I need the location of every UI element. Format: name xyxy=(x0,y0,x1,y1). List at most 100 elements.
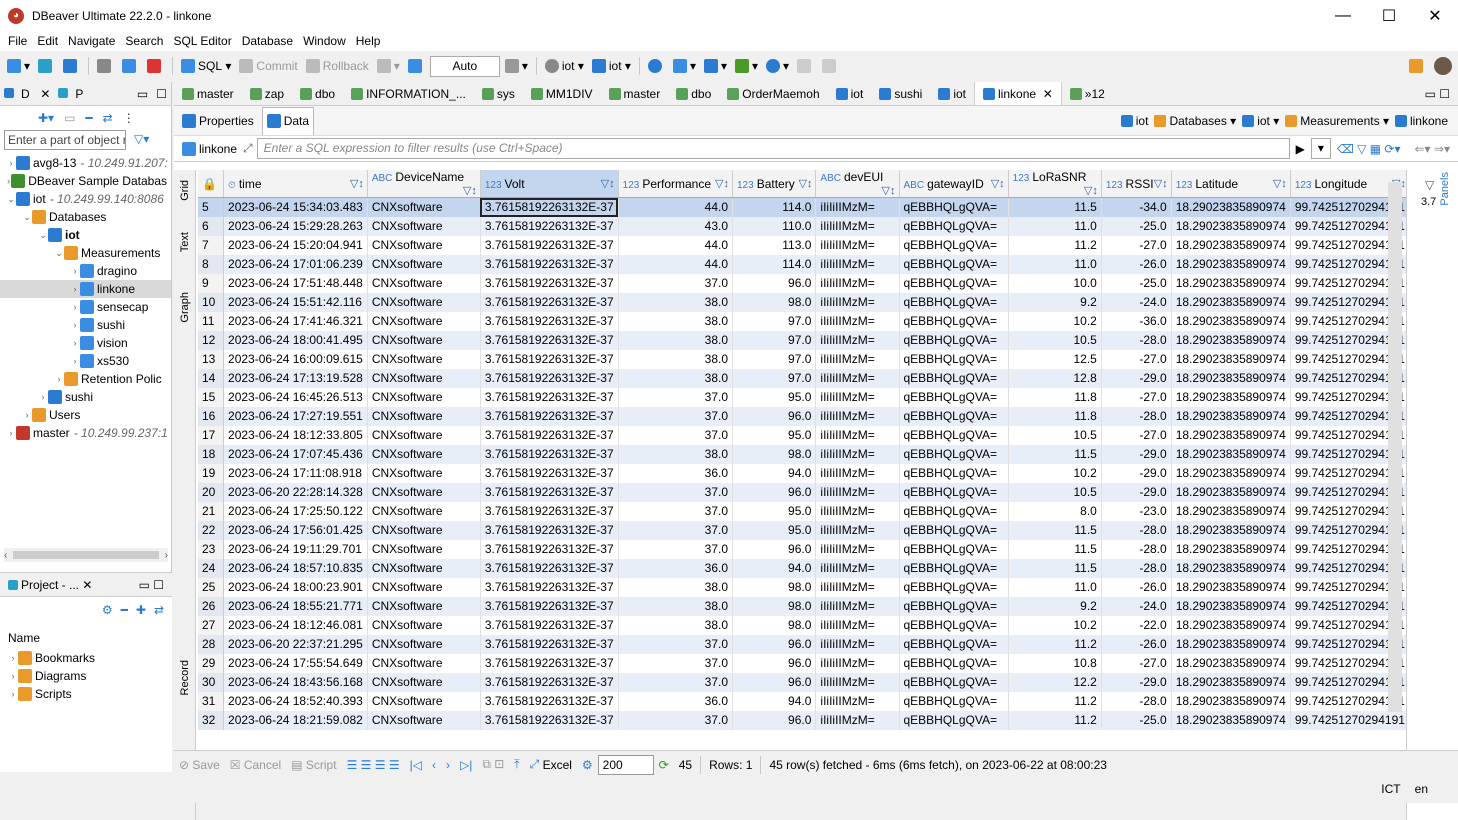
tree-node[interactable]: ›Retention Polic xyxy=(0,370,171,388)
table-row[interactable]: 272023-06-24 18:12:46.081CNXsoftware3.76… xyxy=(198,616,1410,635)
graph-mode-label[interactable]: Graph xyxy=(179,292,191,323)
table-cell[interactable]: qEBBHQLgQVA= xyxy=(899,578,1008,597)
chevron-right-icon[interactable]: › xyxy=(6,428,16,438)
table-cell[interactable]: 3.76158192263132E-37 xyxy=(480,711,618,730)
menu-search[interactable]: Search xyxy=(120,34,168,48)
table-cell[interactable]: 36.0 xyxy=(618,559,732,578)
editor-tab[interactable]: linkone ✕ xyxy=(974,82,1062,106)
table-cell[interactable]: 2023-06-24 18:52:40.393 xyxy=(224,692,368,711)
table-cell[interactable]: 10.8 xyxy=(1008,654,1101,673)
table-cell[interactable]: CNXsoftware xyxy=(367,274,480,293)
chevron-right-icon[interactable]: › xyxy=(54,374,64,384)
project-item-diagrams[interactable]: ›Diagrams xyxy=(0,667,172,685)
table-cell[interactable]: qEBBHQLgQVA= xyxy=(899,692,1008,711)
table-cell[interactable]: 11.0 xyxy=(1008,578,1101,597)
table-cell[interactable]: 94.0 xyxy=(733,559,816,578)
table-cell[interactable]: iIiIiIIMzM= xyxy=(816,692,899,711)
table-cell[interactable]: 43.0 xyxy=(618,217,732,236)
table-cell[interactable]: 3.76158192263132E-37 xyxy=(480,331,618,350)
table-cell[interactable]: 37.0 xyxy=(618,540,732,559)
table-cell[interactable]: 2023-06-24 18:43:56.168 xyxy=(224,673,368,692)
column-header[interactable]: 123LoRaSNR▽↕ xyxy=(1008,170,1101,198)
table-cell[interactable]: 10.0 xyxy=(1008,274,1101,293)
table-cell[interactable]: 18.29023835890974 xyxy=(1171,521,1290,540)
table-cell[interactable]: qEBBHQLgQVA= xyxy=(899,559,1008,578)
back-nav-button[interactable] xyxy=(794,55,817,77)
table-cell[interactable]: 95.0 xyxy=(733,502,816,521)
table-cell[interactable]: 18.29023835890974 xyxy=(1171,274,1290,293)
table-cell[interactable]: CNXsoftware xyxy=(367,407,480,426)
table-cell[interactable]: 97.0 xyxy=(733,350,816,369)
table-row[interactable]: 312023-06-24 18:52:40.393CNXsoftware3.76… xyxy=(198,692,1410,711)
table-cell[interactable]: -29.0 xyxy=(1101,369,1171,388)
table-cell[interactable]: -28.0 xyxy=(1101,407,1171,426)
chevron-down-icon[interactable]: ⌄ xyxy=(38,230,48,241)
table-cell[interactable]: 11.5 xyxy=(1008,198,1101,218)
table-row[interactable]: 212023-06-24 17:25:50.122CNXsoftware3.76… xyxy=(198,502,1410,521)
table-cell[interactable]: 37.0 xyxy=(618,388,732,407)
table-cell[interactable]: iIiIiIIMzM= xyxy=(816,445,899,464)
erd-button[interactable]: ▾ xyxy=(701,55,730,77)
table-cell[interactable]: qEBBHQLgQVA= xyxy=(899,350,1008,369)
menu-window[interactable]: Window xyxy=(298,34,351,48)
chevron-down-icon[interactable]: ⌄ xyxy=(6,194,16,205)
table-cell[interactable]: 18.29023835890974 xyxy=(1171,445,1290,464)
table-cell[interactable]: 3.76158192263132E-37 xyxy=(480,426,618,445)
navigator-hscrollbar[interactable]: ‹› xyxy=(4,548,168,562)
table-cell[interactable]: qEBBHQLgQVA= xyxy=(899,521,1008,540)
table-cell[interactable]: iIiIiIIMzM= xyxy=(816,198,899,218)
table-cell[interactable]: -26.0 xyxy=(1101,635,1171,654)
forward-nav-button[interactable] xyxy=(819,55,842,77)
minimize-panel-icon[interactable]: ▭ xyxy=(133,87,152,101)
navigator-filter-input[interactable]: Enter a part of object n xyxy=(4,130,126,150)
table-cell[interactable]: 38.0 xyxy=(618,312,732,331)
table-cell[interactable]: 11.2 xyxy=(1008,692,1101,711)
table-cell[interactable]: 18.29023835890974 xyxy=(1171,483,1290,502)
table-cell[interactable]: 11.0 xyxy=(1008,217,1101,236)
table-cell[interactable]: 12.5 xyxy=(1008,350,1101,369)
add-icon[interactable]: ✚ xyxy=(136,603,146,617)
table-cell[interactable]: 11.5 xyxy=(1008,521,1101,540)
table-cell[interactable]: 99.74251270294191 xyxy=(1290,711,1409,730)
table-cell[interactable]: 18.29023835890974 xyxy=(1171,692,1290,711)
path-segment[interactable]: Measurements ▾ xyxy=(1285,114,1389,128)
column-header[interactable]: ABCgatewayID▽↕ xyxy=(899,170,1008,198)
commit-mode-combo[interactable]: Auto xyxy=(430,56,500,77)
table-cell[interactable]: CNXsoftware xyxy=(367,350,480,369)
table-row[interactable]: 222023-06-24 17:56:01.425CNXsoftware3.76… xyxy=(198,521,1410,540)
tree-node[interactable]: ›linkone xyxy=(0,280,171,298)
table-cell[interactable]: 2023-06-24 15:20:04.941 xyxy=(224,236,368,255)
table-cell[interactable]: 8.0 xyxy=(1008,502,1101,521)
sort-filter-icon[interactable]: ▽↕ xyxy=(1154,177,1168,190)
table-cell[interactable]: CNXsoftware xyxy=(367,369,480,388)
chevron-right-icon[interactable]: › xyxy=(70,338,80,348)
table-row[interactable]: 182023-06-24 17:07:45.436CNXsoftware3.76… xyxy=(198,445,1410,464)
sql-filter-input[interactable]: Enter a SQL expression to filter results… xyxy=(257,138,1290,159)
table-cell[interactable]: iIiIiIIMzM= xyxy=(816,654,899,673)
table-cell[interactable]: 18.29023835890974 xyxy=(1171,464,1290,483)
project-minmax-icon[interactable]: ▭ ☐ xyxy=(139,578,172,592)
last-page-button[interactable]: ▷| xyxy=(455,758,477,772)
menu-sql-editor[interactable]: SQL Editor xyxy=(168,34,236,48)
sort-filter-icon[interactable]: ▽↕ xyxy=(1273,177,1287,190)
table-cell[interactable]: CNXsoftware xyxy=(367,445,480,464)
table-cell[interactable]: CNXsoftware xyxy=(367,654,480,673)
chevron-right-icon[interactable]: › xyxy=(22,410,32,420)
column-header[interactable]: ⏲time▽↕ xyxy=(224,170,368,198)
table-cell[interactable]: qEBBHQLgQVA= xyxy=(899,464,1008,483)
menu-file[interactable]: File xyxy=(3,34,32,48)
table-cell[interactable]: 9.2 xyxy=(1008,597,1101,616)
column-header[interactable]: 123Performance▽↕ xyxy=(618,170,732,198)
table-row[interactable]: 132023-06-24 16:00:09.615CNXsoftware3.76… xyxy=(198,350,1410,369)
editor-tab[interactable]: sys xyxy=(474,82,523,106)
table-cell[interactable]: iIiIiIIMzM= xyxy=(816,597,899,616)
table-cell[interactable]: iIiIiIIMzM= xyxy=(816,236,899,255)
editor-tab[interactable]: iot xyxy=(828,82,872,106)
table-row[interactable]: 292023-06-24 17:55:54.649CNXsoftware3.76… xyxy=(198,654,1410,673)
table-cell[interactable]: 3.76158192263132E-37 xyxy=(480,350,618,369)
table-cell[interactable]: qEBBHQLgQVA= xyxy=(899,369,1008,388)
table-cell[interactable]: 18.29023835890974 xyxy=(1171,502,1290,521)
table-cell[interactable]: 2023-06-24 17:25:50.122 xyxy=(224,502,368,521)
table-cell[interactable]: 37.0 xyxy=(618,711,732,730)
table-cell[interactable]: 98.0 xyxy=(733,293,816,312)
